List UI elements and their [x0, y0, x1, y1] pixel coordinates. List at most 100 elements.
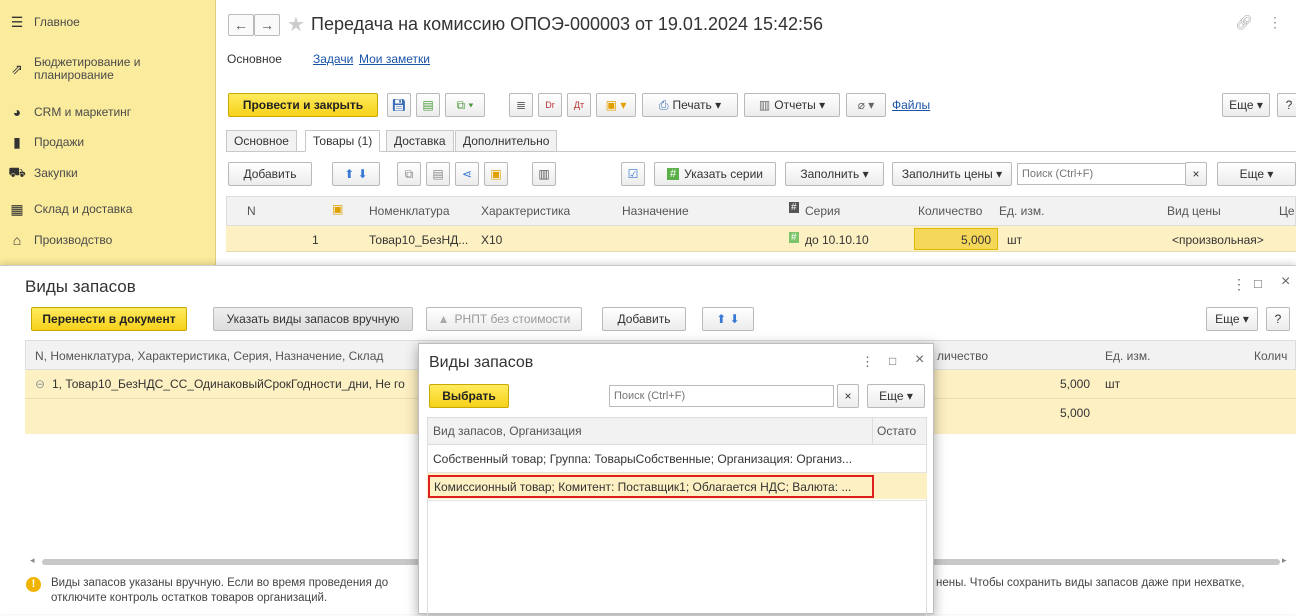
print-button[interactable]: ⎙ Печать ▾ — [642, 93, 738, 117]
transfer-to-document-button[interactable]: Перенести в документ — [31, 307, 187, 331]
notes-link[interactable]: Мои заметки — [359, 52, 430, 66]
rnpt-button[interactable]: ▲ РНПТ без стоимости — [426, 307, 582, 331]
files-link[interactable]: Файлы — [892, 98, 930, 112]
pick-icon[interactable]: ▣ — [484, 162, 508, 186]
close-icon[interactable]: × — [915, 351, 924, 369]
reports-button[interactable]: ▥ Отчеты ▾ — [744, 93, 840, 117]
maximize-icon[interactable]: □ — [1254, 276, 1262, 291]
attach-icon[interactable]: ⌀ ▾ — [846, 93, 886, 117]
document-form: ← → ★ Передача на комиссию ОПОЭ-000003 о… — [217, 0, 1296, 270]
col-rest: Остато — [877, 424, 917, 438]
search-input[interactable] — [609, 385, 834, 407]
barcode-icon[interactable]: ▥ — [532, 162, 556, 186]
rnpt-label: РНПТ без стоимости — [454, 312, 571, 326]
set-series-button[interactable]: # Указать серии — [654, 162, 776, 186]
select-button[interactable]: Выбрать — [429, 384, 509, 408]
more-vertical-icon[interactable]: ⋮ — [861, 354, 874, 370]
help-button[interactable]: ? — [1266, 307, 1290, 331]
row-price-type: <произвольная> — [1172, 233, 1264, 247]
row-unit: шт — [1105, 377, 1121, 391]
tasks-link[interactable]: Задачи — [313, 52, 353, 66]
col-main: Вид запасов, Организация — [433, 424, 582, 438]
save-icon[interactable]: 💾︎ — [387, 93, 411, 117]
add-row-button[interactable]: Добавить — [228, 162, 312, 186]
sidebar-item-sales[interactable]: ▮ Продажи — [0, 132, 216, 152]
tab-main[interactable]: Основное — [226, 130, 297, 152]
more-vertical-icon[interactable]: ⋮ — [1268, 14, 1282, 31]
sidebar-item-production[interactable]: ⌂ Производство — [0, 230, 216, 250]
set-manually-button[interactable]: Указать виды запасов вручную — [213, 307, 413, 331]
maximize-icon[interactable]: □ — [889, 354, 896, 368]
list-item-selected[interactable]: Комиссионный товар; Комитент: Поставщик1… — [428, 475, 874, 498]
pick-col-icon: ▣ — [332, 202, 344, 216]
dialog-title: Виды запасов — [429, 354, 534, 371]
sidebar-item-budget[interactable]: ⇗ Бюджетирование и планирование — [0, 54, 216, 84]
move-up-down-icon[interactable]: ⬆ ⬇ — [702, 307, 754, 331]
set-series-label: Указать серии — [684, 167, 763, 181]
back-arrow-icon[interactable]: ← — [228, 14, 254, 36]
move-up-down-icon[interactable]: ⬆ ⬇ — [332, 162, 380, 186]
share-icon[interactable]: ⋖ — [455, 162, 479, 186]
dt-kt-icon[interactable]: Дт — [567, 93, 591, 117]
link-icon[interactable]: 🔗︎ — [1235, 14, 1253, 31]
sidebar-item-label: Продажи — [34, 134, 85, 149]
forward-arrow-icon[interactable]: → — [254, 14, 280, 36]
print-label: Печать — [672, 98, 712, 112]
col-unit: Ед. изм. — [999, 204, 1045, 218]
col-price-type: Вид цены — [1167, 204, 1221, 218]
clear-search-button[interactable]: × — [1185, 162, 1207, 186]
reports-label: Отчеты — [774, 98, 816, 112]
col-purpose: Назначение — [622, 204, 689, 218]
collapse-icon[interactable]: ⊖ — [35, 377, 45, 391]
col-qty2: Колич — [1254, 349, 1288, 363]
sidebar-item-main[interactable]: ☰ Главное — [0, 12, 216, 32]
col-series: Серия — [805, 204, 841, 218]
scroll-left-icon[interactable]: ◂ — [30, 555, 35, 566]
copy-icon[interactable]: ⧉ — [397, 162, 421, 186]
sidebar-item-label: Бюджетирование и планирование — [34, 55, 141, 82]
row-series: до 10.10.10 — [805, 233, 869, 247]
dialog-title: Виды запасов — [25, 277, 136, 296]
fill-button[interactable]: Заполнить ▾ — [785, 162, 884, 186]
row-qty[interactable]: 5,000 — [914, 228, 998, 250]
sidebar-item-purchases[interactable]: ⛟ Закупки — [0, 163, 216, 183]
document-list-icon[interactable]: ≣ — [509, 93, 533, 117]
fill-prices-label: Заполнить цены — [901, 167, 993, 181]
post-and-close-button[interactable]: Провести и закрыть — [228, 93, 378, 117]
clear-search-button[interactable]: × — [837, 384, 859, 408]
help-button[interactable]: ? — [1277, 93, 1296, 117]
dr-cr-icon[interactable]: Dr — [538, 93, 562, 117]
more-button[interactable]: Еще ▾ — [867, 384, 925, 408]
create-based-on-icon[interactable]: ⧉ ▾ — [445, 93, 485, 117]
tab-additional[interactable]: Дополнительно — [455, 130, 558, 152]
sidebar-item-warehouse[interactable]: ▦ Склад и доставка — [0, 199, 216, 219]
more-vertical-icon[interactable]: ⋮ — [1232, 276, 1246, 293]
row-text: 1, Товар10_БезНДС_СС_ОдинаковыйСрокГодно… — [52, 377, 405, 391]
col-item: Номенклатура — [369, 204, 450, 218]
series-hash-icon: # — [789, 232, 799, 243]
close-icon[interactable]: × — [1281, 273, 1290, 291]
tab-main-link[interactable]: Основное — [227, 52, 282, 66]
row-divider — [427, 500, 927, 501]
add-button[interactable]: Добавить — [602, 307, 686, 331]
star-icon[interactable]: ★ — [287, 12, 305, 37]
footer-text-left2: отключите контроль остатков товаров орга… — [51, 592, 328, 604]
goods-more-button[interactable]: Еще ▾ — [1217, 162, 1296, 186]
row-n: 1 — [312, 233, 319, 247]
fill-prices-button[interactable]: Заполнить цены ▾ — [892, 162, 1012, 186]
goods-search-input[interactable] — [1017, 163, 1202, 185]
sidebar: ☰ Главное ⇗ Бюджетирование и планировани… — [0, 0, 216, 270]
scroll-right-icon[interactable]: ▸ — [1282, 555, 1287, 566]
sidebar-item-label: Главное — [34, 14, 80, 29]
list-item[interactable]: Собственный товар; Группа: ТоварыСобстве… — [433, 452, 873, 466]
post-icon[interactable]: ▤ — [416, 93, 440, 117]
paste-icon[interactable]: ▤ — [426, 162, 450, 186]
sidebar-item-crm[interactable]: ◕ CRM и маркетинг — [0, 102, 216, 122]
more-button[interactable]: Еще ▾ — [1222, 93, 1270, 117]
structure-icon[interactable]: ▣ ▾ — [596, 93, 636, 117]
tab-goods[interactable]: Товары (1) — [305, 130, 381, 152]
warehouse-icon: ▦ — [10, 200, 24, 217]
dialog-more-button[interactable]: Еще ▾ — [1206, 307, 1258, 331]
checklist-icon[interactable]: ☑ — [621, 162, 645, 186]
tab-delivery[interactable]: Доставка — [386, 130, 454, 152]
